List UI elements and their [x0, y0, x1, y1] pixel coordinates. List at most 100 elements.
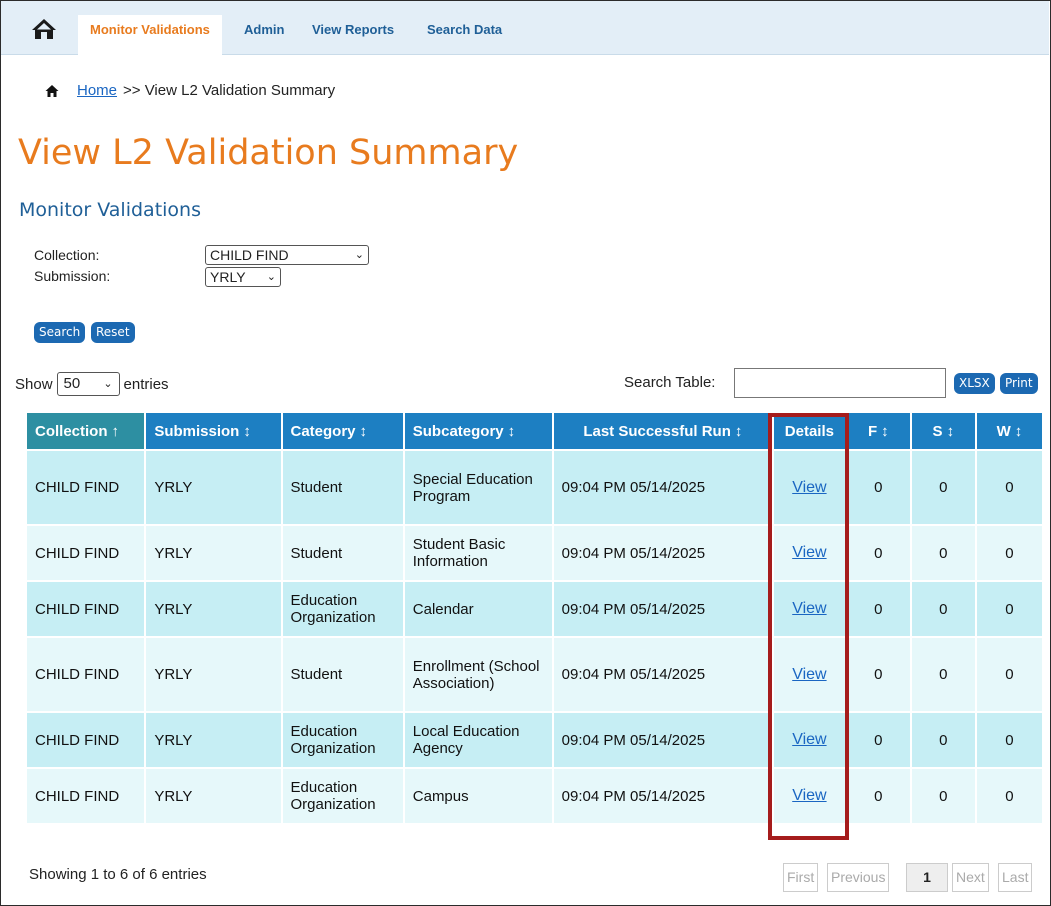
cell-last-run: 09:04 PM 05/14/2025 [553, 451, 773, 524]
pager-first[interactable]: First [783, 863, 819, 892]
cell-subcategory: Local Education Agency [404, 713, 552, 767]
cell-subcategory: Calendar [404, 582, 552, 636]
pager-current-page[interactable]: 1 [906, 863, 948, 892]
cell-s: 0 [911, 638, 975, 711]
view-details-link[interactable]: View [792, 787, 826, 804]
table-row: CHILD FIND YRLY Education Organization L… [27, 713, 1042, 767]
table-length-control: Show 50 ⌄ entries [15, 372, 169, 396]
cell-f: 0 [846, 713, 910, 767]
home-icon [45, 84, 59, 97]
cell-collection: CHILD FIND [27, 582, 145, 636]
cell-s: 0 [911, 769, 975, 823]
cell-last-run: 09:04 PM 05/14/2025 [553, 526, 773, 580]
column-header-details: Details [774, 413, 845, 449]
cell-category: Education Organization [282, 713, 403, 767]
submission-select[interactable]: YRLY ⌄ [205, 267, 281, 287]
entries-length-select[interactable]: 50 ⌄ [56, 372, 120, 396]
column-header-s[interactable]: S ↕ [911, 413, 975, 449]
table-row: CHILD FIND YRLY Student Enrollment (Scho… [27, 638, 1042, 711]
cell-collection: CHILD FIND [27, 451, 145, 524]
cell-w: 0 [976, 769, 1042, 823]
table-info: Showing 1 to 6 of 6 entries [29, 866, 207, 883]
sort-arrows-icon: ↕ [734, 422, 743, 440]
search-table-label: Search Table: [624, 374, 716, 391]
sort-arrows-icon: ↕ [946, 422, 955, 440]
collection-label: Collection: [34, 247, 100, 263]
cell-category: Education Organization [282, 582, 403, 636]
collection-select[interactable]: CHILD FIND ⌄ [205, 245, 369, 265]
pager-previous[interactable]: Previous [827, 863, 890, 892]
cell-subcategory: Campus [404, 769, 552, 823]
sort-arrows-icon: ↕ [243, 422, 251, 440]
column-header-f[interactable]: F ↕ [846, 413, 910, 449]
cell-s: 0 [911, 582, 975, 636]
table-row: CHILD FIND YRLY Student Special Educatio… [27, 451, 1042, 524]
table-row: CHILD FIND YRLY Education Organization C… [27, 582, 1042, 636]
cell-f: 0 [846, 769, 910, 823]
cell-collection: CHILD FIND [27, 526, 145, 580]
page-title: View L2 Validation Summary [18, 133, 519, 173]
search-table-input[interactable] [734, 368, 946, 398]
cell-category: Student [282, 638, 403, 711]
cell-s: 0 [911, 451, 975, 524]
view-details-link[interactable]: View [792, 731, 826, 748]
xlsx-export-button[interactable]: XLSX [954, 373, 995, 394]
table-row: CHILD FIND YRLY Education Organization C… [27, 769, 1042, 823]
tab-search-data[interactable]: Search Data [415, 15, 514, 55]
view-details-link[interactable]: View [792, 544, 826, 561]
cell-category: Education Organization [282, 769, 403, 823]
cell-submission: YRLY [146, 638, 281, 711]
cell-details: View [774, 638, 845, 711]
cell-details: View [774, 582, 845, 636]
cell-submission: YRLY [146, 526, 281, 580]
tab-monitor-validations[interactable]: Monitor Validations [78, 15, 222, 55]
column-header-w[interactable]: W ↕ [976, 413, 1042, 449]
cell-details: View [774, 451, 845, 524]
view-details-link[interactable]: View [792, 600, 826, 617]
cell-w: 0 [976, 713, 1042, 767]
cell-w: 0 [976, 526, 1042, 580]
column-header-last-successful-run[interactable]: Last Successful Run ↕ [553, 413, 773, 449]
sort-up-icon: ↑ [111, 422, 120, 440]
cell-w: 0 [976, 638, 1042, 711]
top-nav-bar: Monitor Validations Admin View Reports S… [1, 1, 1049, 55]
chevron-down-icon: ⌄ [354, 249, 364, 261]
cell-last-run: 09:04 PM 05/14/2025 [553, 582, 773, 636]
column-header-collection[interactable]: Collection ↑ [27, 413, 145, 449]
sort-arrows-icon: ↕ [507, 422, 516, 440]
cell-subcategory: Special Education Program [404, 451, 552, 524]
tab-admin[interactable]: Admin [232, 15, 296, 55]
cell-last-run: 09:04 PM 05/14/2025 [553, 638, 773, 711]
cell-submission: YRLY [146, 451, 281, 524]
column-header-submission[interactable]: Submission ↕ [146, 413, 281, 449]
sort-arrows-icon: ↕ [1014, 422, 1023, 440]
reset-button[interactable]: Reset [91, 322, 135, 343]
cell-last-run: 09:04 PM 05/14/2025 [553, 769, 773, 823]
cell-s: 0 [911, 713, 975, 767]
tab-view-reports[interactable]: View Reports [300, 15, 406, 55]
show-label: Show [15, 375, 53, 393]
cell-details: View [774, 526, 845, 580]
column-header-subcategory[interactable]: Subcategory ↕ [404, 413, 552, 449]
submission-label: Submission: [34, 268, 111, 284]
pager-last[interactable]: Last [998, 863, 1033, 892]
column-header-category[interactable]: Category ↕ [282, 413, 403, 449]
home-icon[interactable] [31, 17, 57, 41]
breadcrumb-current: >> View L2 Validation Summary [123, 82, 336, 99]
cell-s: 0 [911, 526, 975, 580]
section-subtitle: Monitor Validations [19, 199, 201, 221]
cell-category: Student [282, 526, 403, 580]
cell-submission: YRLY [146, 769, 281, 823]
cell-details: View [774, 769, 845, 823]
validation-summary-table: Collection ↑ Submission ↕ Category ↕ Subcat… [25, 411, 1044, 825]
view-details-link[interactable]: View [792, 666, 826, 683]
chevron-down-icon: ⌄ [103, 378, 113, 390]
search-button[interactable]: Search [34, 322, 86, 343]
breadcrumb-home-link[interactable]: Home [77, 82, 117, 99]
pager-next[interactable]: Next [952, 863, 989, 892]
cell-w: 0 [976, 582, 1042, 636]
print-button[interactable]: Print [1000, 373, 1038, 394]
breadcrumb: Home >> View L2 Validation Summary [45, 82, 335, 99]
view-details-link[interactable]: View [792, 479, 826, 496]
cell-collection: CHILD FIND [27, 769, 145, 823]
